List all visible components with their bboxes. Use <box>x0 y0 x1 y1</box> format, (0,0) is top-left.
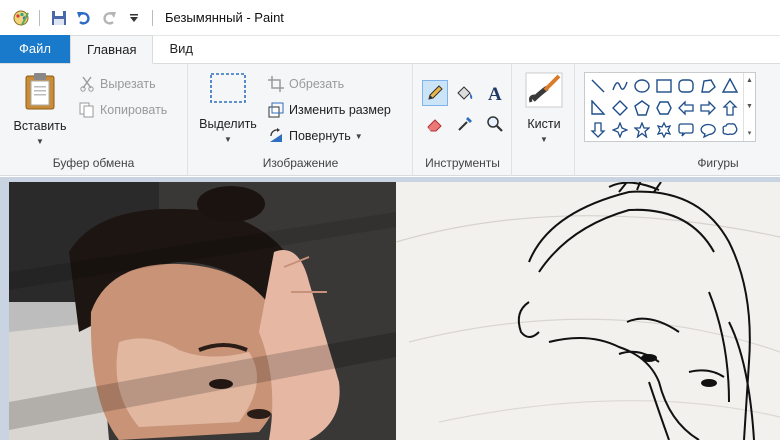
title-bar: Безымянный - Paint <box>0 0 780 36</box>
cut-button[interactable]: Вырезать <box>78 74 156 94</box>
brush-icon <box>525 72 563 111</box>
cut-label: Вырезать <box>100 77 156 91</box>
chevron-down-icon: ▼ <box>540 135 548 144</box>
chevron-down-icon: ▼ <box>354 131 363 141</box>
brushes-button[interactable]: Кисти ▼ <box>519 72 569 144</box>
select-button[interactable]: Выделить ▼ <box>195 72 261 144</box>
clipboard-icon <box>23 72 57 113</box>
photo-image <box>9 182 396 440</box>
redo-icon[interactable] <box>98 7 120 29</box>
diamond-shape-icon[interactable] <box>609 97 631 119</box>
scissors-icon <box>78 75 96 93</box>
five-point-star-shape-icon[interactable] <box>631 119 653 141</box>
rotate-button[interactable]: Повернуть ▼ <box>267 126 363 146</box>
resize-icon <box>267 101 285 119</box>
brushes-label: Кисти <box>527 117 561 131</box>
paste-label: Вставить <box>13 119 67 133</box>
triangle-shape-icon[interactable] <box>719 75 741 97</box>
paste-button[interactable]: Вставить ▼ <box>10 72 70 146</box>
rounded-rectangle-shape-icon[interactable] <box>675 75 697 97</box>
copy-icon <box>78 101 96 119</box>
tools-group: A Инструменты <box>414 64 512 176</box>
fill-icon[interactable] <box>452 80 478 106</box>
copy-button[interactable]: Копировать <box>78 100 167 120</box>
select-label: Выделить <box>199 117 257 131</box>
image-group: Выделить ▼ Обрезать Изменить размер Пове… <box>189 64 413 176</box>
sketch-image <box>395 182 780 440</box>
pencil-icon[interactable] <box>422 80 448 106</box>
magnifier-icon[interactable] <box>482 111 508 137</box>
svg-text:A: A <box>488 84 502 102</box>
shapes-gallery: ▲ ▼ ▾ <box>584 72 756 142</box>
crop-button[interactable]: Обрезать <box>267 74 344 94</box>
six-point-star-shape-icon[interactable] <box>653 119 675 141</box>
window-title: Безымянный - Paint <box>165 10 284 25</box>
scroll-down-icon[interactable]: ▼ <box>746 103 753 110</box>
customize-dropdown-icon[interactable] <box>123 7 145 29</box>
rotate-icon <box>267 127 285 145</box>
left-arrow-shape-icon[interactable] <box>675 97 697 119</box>
chevron-down-icon: ▼ <box>36 137 44 146</box>
right-arrow-shape-icon[interactable] <box>697 97 719 119</box>
oval-callout-shape-icon[interactable] <box>697 119 719 141</box>
rotate-label: Повернуть <box>289 129 351 143</box>
eraser-icon[interactable] <box>422 111 448 137</box>
line-shape-icon[interactable] <box>587 75 609 97</box>
quick-access-toolbar <box>10 7 161 29</box>
four-point-star-shape-icon[interactable] <box>609 119 631 141</box>
tools-group-label: Инструменты <box>425 156 500 170</box>
polygon-shape-icon[interactable] <box>697 75 719 97</box>
shapes-group-label: Фигуры <box>697 156 739 170</box>
crop-icon <box>267 75 285 93</box>
ribbon: Вставить ▼ Вырезать Копировать Буфер обм… <box>0 64 780 176</box>
gallery-more-icon[interactable]: ▾ <box>748 129 752 137</box>
down-arrow-shape-icon[interactable] <box>587 119 609 141</box>
tab-home[interactable]: Главная <box>70 35 154 64</box>
select-rectangle-icon <box>209 72 247 107</box>
resize-label: Изменить размер <box>289 103 391 117</box>
copy-label: Копировать <box>100 103 168 117</box>
rounded-callout-shape-icon[interactable] <box>675 119 697 141</box>
clipboard-group-label: Буфер обмена <box>52 156 135 170</box>
save-icon[interactable] <box>48 7 70 29</box>
toolbar-separator <box>152 9 153 26</box>
tab-view[interactable]: Вид <box>153 35 209 63</box>
clipboard-group: Вставить ▼ Вырезать Копировать Буфер обм… <box>0 64 188 176</box>
resize-button[interactable]: Изменить размер <box>267 100 391 120</box>
shapes-scrollbar[interactable]: ▲ ▼ ▾ <box>743 73 755 141</box>
cloud-callout-shape-icon[interactable] <box>719 119 741 141</box>
crop-label: Обрезать <box>289 77 345 91</box>
pentagon-shape-icon[interactable] <box>631 97 653 119</box>
up-arrow-shape-icon[interactable] <box>719 97 741 119</box>
right-triangle-shape-icon[interactable] <box>587 97 609 119</box>
color-picker-icon[interactable] <box>452 111 478 137</box>
paint-app-icon[interactable] <box>10 7 32 29</box>
canvas-workspace <box>0 177 780 440</box>
curve-shape-icon[interactable] <box>609 75 631 97</box>
oval-shape-icon[interactable] <box>631 75 653 97</box>
tab-file[interactable]: Файл <box>0 35 70 63</box>
brushes-group: Кисти ▼ <box>513 64 575 176</box>
toolbar-separator <box>39 9 40 26</box>
text-icon[interactable]: A <box>482 80 508 106</box>
undo-icon[interactable] <box>73 7 95 29</box>
hexagon-shape-icon[interactable] <box>653 97 675 119</box>
chevron-down-icon: ▼ <box>224 135 232 144</box>
ribbon-tabs: Файл Главная Вид <box>0 35 780 64</box>
drawing-canvas[interactable] <box>9 182 780 440</box>
image-group-label: Изображение <box>262 156 339 170</box>
scroll-up-icon[interactable]: ▲ <box>746 77 753 84</box>
rectangle-shape-icon[interactable] <box>653 75 675 97</box>
